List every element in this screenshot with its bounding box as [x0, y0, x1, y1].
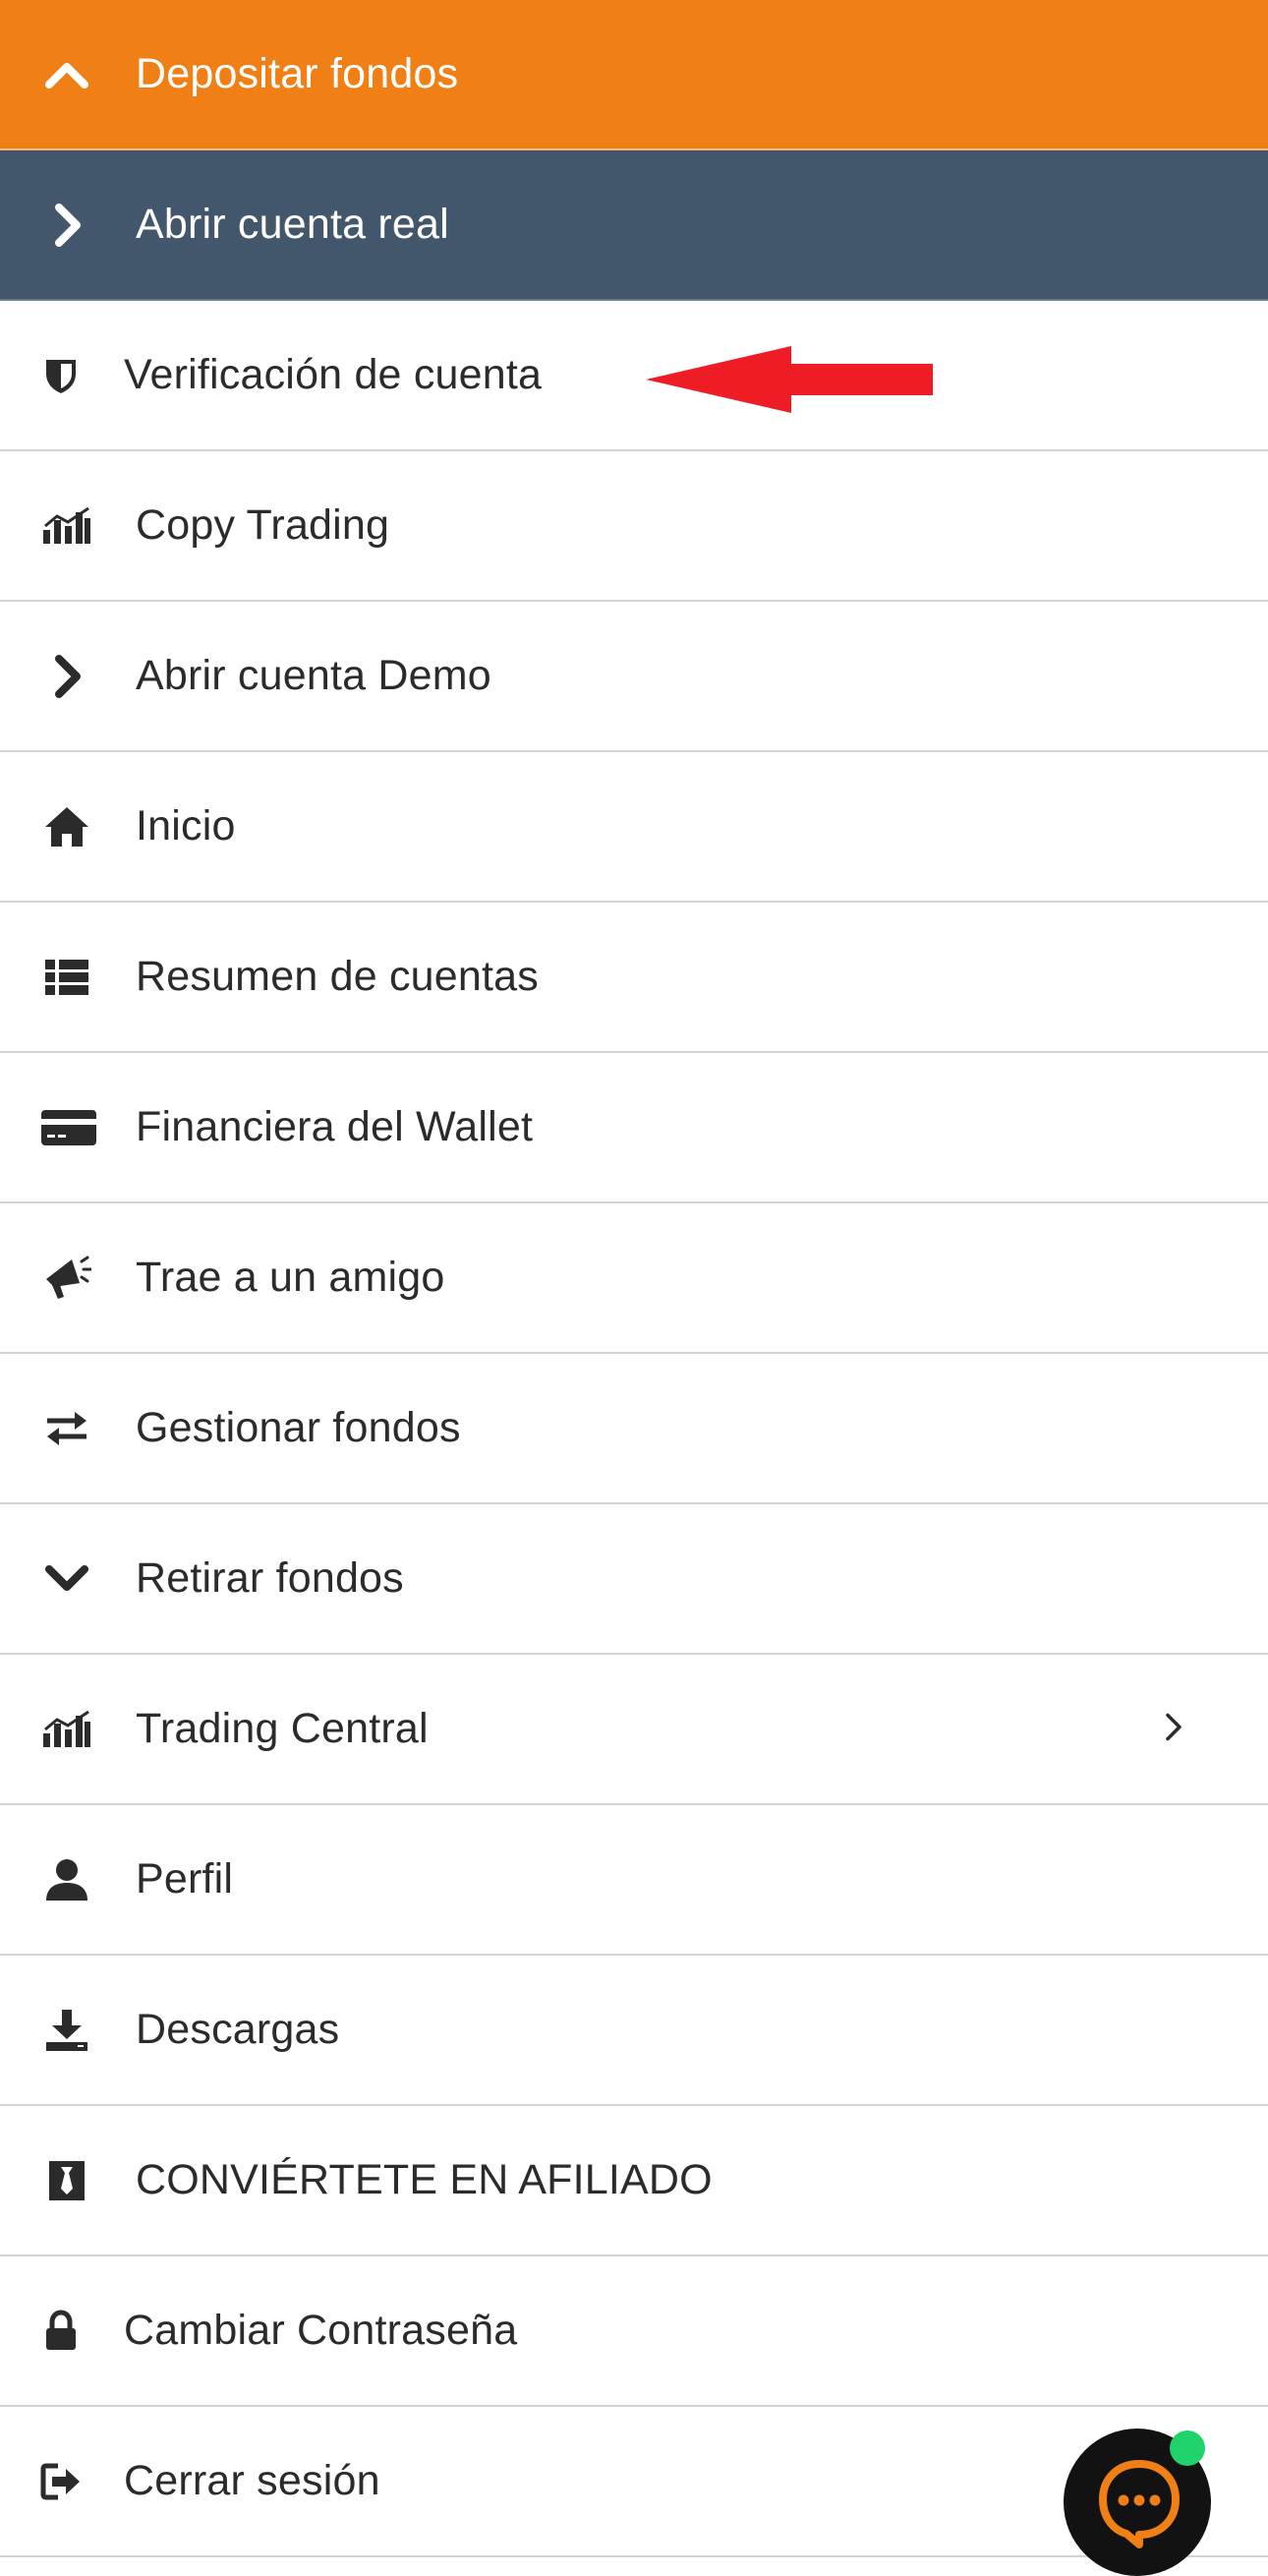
annotation-arrow-icon — [646, 346, 933, 413]
credit-card-icon — [39, 1102, 98, 1153]
menu-item-verificacion-de-cuenta[interactable]: Verificación de cuenta — [0, 301, 1268, 451]
menu-item-label: Trading Central — [136, 1705, 429, 1752]
chart-bars-icon — [41, 500, 92, 552]
menu-item-label: Abrir cuenta Demo — [136, 652, 491, 699]
menu-item-abrir-cuenta-real[interactable]: Abrir cuenta real — [0, 150, 1268, 301]
menu-item-abrir-cuenta-demo[interactable]: Abrir cuenta Demo — [0, 602, 1268, 752]
menu-item-label: Gestionar fondos — [136, 1404, 461, 1451]
chevron-up-icon — [41, 49, 92, 100]
menu-item-label: Inicio — [136, 802, 236, 849]
transfer-arrows-icon — [41, 1403, 92, 1454]
menu-item-financiera-del-wallet[interactable]: Financiera del Wallet — [0, 1053, 1268, 1203]
menu-item-label: Retirar fondos — [136, 1554, 404, 1602]
chart-bars-icon — [41, 1704, 92, 1755]
menu-item-label: Copy Trading — [136, 501, 390, 549]
menu-item-descargas[interactable]: Descargas — [0, 1956, 1268, 2106]
badge-tie-icon — [41, 2155, 92, 2206]
menu-item-label: Abrir cuenta real — [136, 201, 449, 248]
menu-item-label: Trae a un amigo — [136, 1254, 445, 1301]
menu-item-trae-a-un-amigo[interactable]: Trae a un amigo — [0, 1203, 1268, 1354]
menu-item-trading-central[interactable]: Trading Central — [0, 1655, 1268, 1805]
chat-button[interactable] — [1064, 2429, 1211, 2576]
online-dot-icon — [1170, 2430, 1205, 2466]
side-menu: Depositar fondos Abrir cuenta real Verif… — [0, 0, 1268, 2557]
menu-item-label: Depositar fondos — [136, 50, 459, 97]
menu-item-depositar-fondos[interactable]: Depositar fondos — [0, 0, 1268, 150]
menu-item-cambiar-contrasena[interactable]: Cambiar Contraseña — [0, 2256, 1268, 2407]
menu-item-copy-trading[interactable]: Copy Trading — [0, 451, 1268, 602]
chevron-right-icon — [41, 200, 92, 251]
home-icon — [41, 801, 92, 852]
menu-item-perfil[interactable]: Perfil — [0, 1805, 1268, 1956]
menu-item-label: Verificación de cuenta — [124, 351, 543, 398]
shield-icon — [35, 350, 86, 401]
menu-item-label: CONVIÉRTETE EN AFILIADO — [136, 2156, 713, 2203]
megaphone-icon — [41, 1253, 92, 1304]
menu-item-label: Cerrar sesión — [124, 2457, 380, 2504]
chevron-right-icon — [1164, 1712, 1183, 1746]
chevron-down-icon — [41, 1553, 92, 1605]
list-icon — [41, 952, 92, 1003]
menu-item-label: Cambiar Contraseña — [124, 2307, 518, 2354]
menu-item-retirar-fondos[interactable]: Retirar fondos — [0, 1504, 1268, 1655]
menu-item-label: Perfil — [136, 1855, 234, 1903]
menu-item-label: Descargas — [136, 2006, 340, 2053]
logout-icon — [35, 2456, 86, 2507]
menu-item-label: Resumen de cuentas — [136, 953, 539, 1000]
lock-icon — [35, 2306, 86, 2357]
menu-item-resumen-de-cuentas[interactable]: Resumen de cuentas — [0, 903, 1268, 1053]
menu-item-label: Financiera del Wallet — [136, 1103, 534, 1150]
menu-item-inicio[interactable]: Inicio — [0, 752, 1268, 903]
menu-item-gestionar-fondos[interactable]: Gestionar fondos — [0, 1354, 1268, 1504]
menu-item-conviertete-en-afiliado[interactable]: CONVIÉRTETE EN AFILIADO — [0, 2106, 1268, 2256]
chevron-right-icon — [41, 651, 92, 702]
user-icon — [41, 1854, 92, 1905]
download-icon — [41, 2005, 92, 2056]
chat-bubble-icon — [1099, 2460, 1180, 2548]
